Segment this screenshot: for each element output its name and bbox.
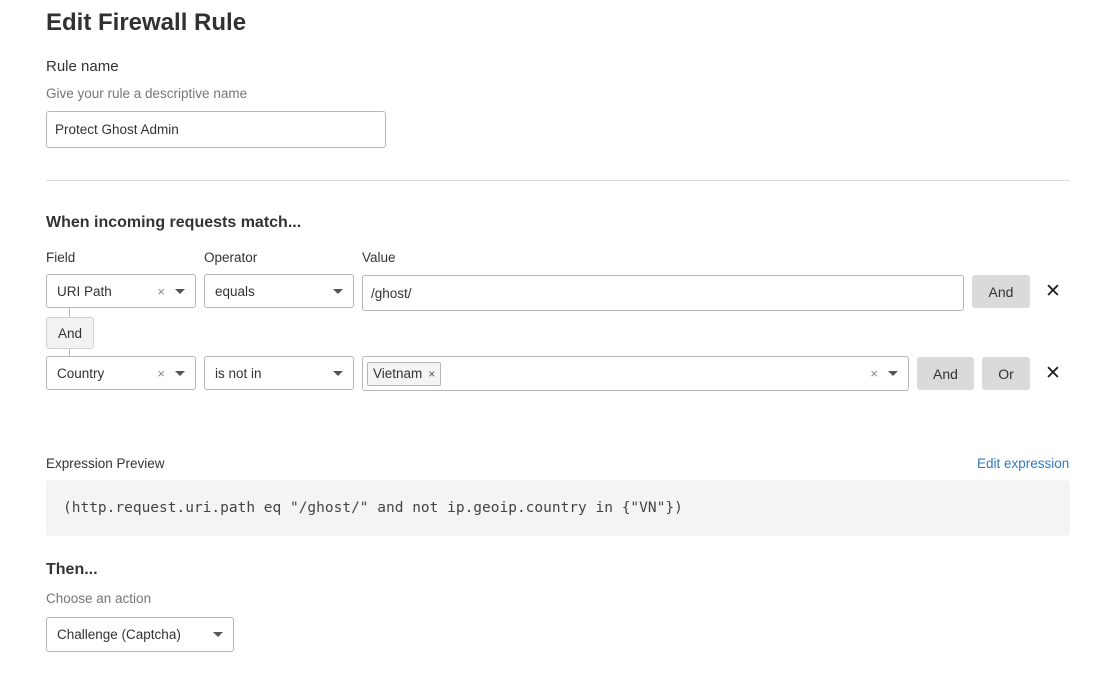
section-divider — [46, 180, 1070, 181]
chevron-down-icon[interactable] — [175, 370, 185, 376]
condition-1-and-button[interactable]: And — [972, 275, 1030, 308]
condition-2-operator-value: is not in — [215, 365, 262, 381]
condition-1-value: /ghost/ — [371, 285, 412, 301]
condition-2-value-multiselect[interactable]: Vietnam × × — [362, 356, 909, 391]
expression-preview-label: Expression Preview — [46, 456, 165, 471]
condition-1-value-input[interactable]: /ghost/ — [362, 275, 964, 311]
condition-2-field-value: Country — [57, 365, 105, 381]
condition-1-operator-select[interactable]: equals — [204, 274, 354, 308]
field-column-label: Field — [46, 250, 76, 265]
clear-icon[interactable]: × — [157, 367, 165, 380]
chevron-down-icon[interactable] — [333, 288, 343, 294]
clear-icon[interactable]: × — [157, 285, 165, 298]
and-connector-label: And — [46, 317, 94, 349]
action-heading: Then... — [46, 561, 98, 578]
condition-2-operator-select[interactable]: is not in — [204, 356, 354, 390]
chevron-down-icon[interactable] — [888, 371, 898, 376]
tag-remove-icon[interactable]: × — [428, 367, 435, 381]
expression-preview-box: (http.request.uri.path eq "/ghost/" and … — [46, 480, 1070, 536]
condition-2-or-button[interactable]: Or — [982, 357, 1030, 390]
condition-1-remove-icon[interactable]: ✕ — [1045, 282, 1061, 301]
match-heading: When incoming requests match... — [46, 214, 302, 231]
country-tag-label: Vietnam — [373, 366, 423, 381]
condition-2-and-button[interactable]: And — [917, 357, 974, 390]
page-title: Edit Firewall Rule — [46, 9, 247, 36]
condition-1-operator-value: equals — [215, 283, 255, 299]
operator-column-label: Operator — [204, 250, 258, 265]
condition-1-field-value: URI Path — [57, 283, 112, 299]
chevron-down-icon[interactable] — [333, 370, 343, 376]
clear-icon[interactable]: × — [870, 367, 878, 380]
condition-1-field-select[interactable]: URI Path × — [46, 274, 196, 308]
connector-line-top — [69, 308, 70, 317]
condition-2-field-select[interactable]: Country × — [46, 356, 196, 390]
condition-2-remove-icon[interactable]: ✕ — [1045, 364, 1061, 383]
rule-name-input[interactable]: Protect Ghost Admin — [46, 111, 386, 148]
expression-text: (http.request.uri.path eq "/ghost/" and … — [63, 500, 683, 516]
rule-name-hint: Give your rule a descriptive name — [46, 86, 248, 101]
action-hint: Choose an action — [46, 591, 152, 606]
rule-name-label: Rule name — [46, 58, 119, 75]
chevron-down-icon[interactable] — [213, 632, 223, 637]
value-column-label: Value — [362, 250, 396, 265]
edit-expression-link[interactable]: Edit expression — [977, 456, 1069, 471]
connector-line-bottom — [69, 349, 70, 356]
country-tag: Vietnam × — [367, 361, 442, 386]
rule-name-value: Protect Ghost Admin — [55, 122, 179, 137]
action-value: Challenge (Captcha) — [57, 627, 181, 642]
action-select[interactable]: Challenge (Captcha) — [46, 617, 234, 652]
chevron-down-icon[interactable] — [175, 288, 185, 294]
